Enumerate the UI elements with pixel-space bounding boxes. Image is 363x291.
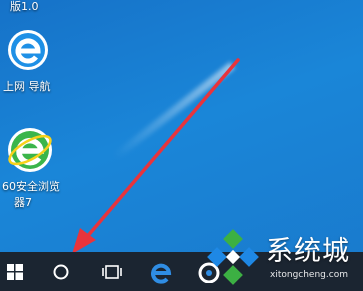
desktop-icon-label-nav[interactable]: 上网 导航: [3, 80, 51, 93]
watermark-url: xitongcheng.com: [270, 270, 348, 280]
edge-browser-button[interactable]: [142, 252, 180, 291]
windows-logo-icon: [7, 263, 23, 280]
desktop: 版1.0 上网 导航 60安全浏览 器7: [0, 0, 363, 252]
cortana-search-button[interactable]: [40, 252, 82, 291]
edge-icon: [151, 263, 172, 284]
light-ray: [111, 62, 235, 161]
desktop-icon-label-360-line1[interactable]: 60安全浏览: [2, 180, 60, 193]
ie-browser-icon[interactable]: [6, 28, 50, 72]
watermark-text: 系统城: [266, 236, 350, 267]
start-button[interactable]: [0, 252, 30, 291]
xitongcheng-logo-icon: [207, 229, 259, 285]
cortana-circle-icon: [53, 264, 69, 279]
desktop-icon-label-360-line2[interactable]: 器7: [14, 196, 32, 209]
site-watermark: 系统城 xitongcheng.com: [204, 226, 363, 288]
desktop-icon-label-top[interactable]: 版1.0: [10, 0, 39, 13]
task-view-button[interactable]: [92, 252, 132, 291]
360-browser-icon[interactable]: [6, 126, 54, 174]
task-view-icon: [102, 264, 122, 279]
